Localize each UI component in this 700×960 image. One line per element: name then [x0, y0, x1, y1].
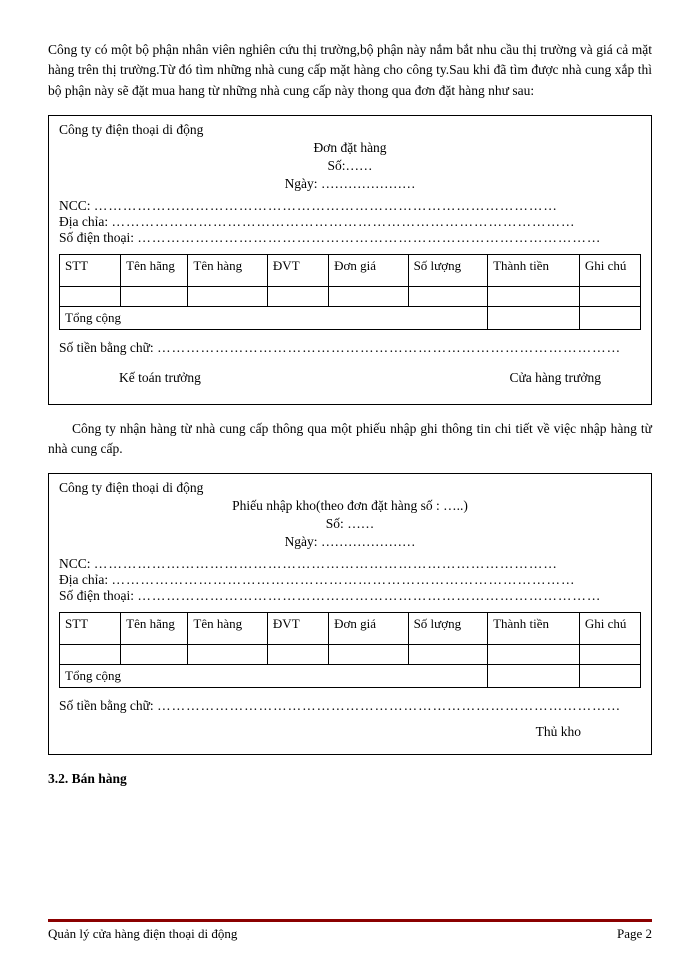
col-dongia: Đơn giá — [329, 254, 409, 286]
col-soluong: Số lượng — [408, 613, 488, 645]
col-tenhang2: Tên hàng — [188, 254, 268, 286]
receipt-items-table: STT Tên hãng Tên hàng ĐVT Đơn giá Số lượ… — [59, 612, 641, 688]
intro-paragraph: Công ty có một bộ phận nhân viên nghiên … — [48, 40, 652, 101]
amount-words-label-2: Số tiền bằng chữ: — [59, 698, 154, 714]
col-dongia: Đơn giá — [329, 613, 409, 645]
amount-words-row: Số tiền bằng chữ: …………………………………………………………… — [59, 340, 641, 356]
form-date-row: Ngày: ………………… — [59, 176, 641, 192]
amount-words-row-2: Số tiền bằng chữ: …………………………………………………………… — [59, 698, 641, 714]
col-thanhtien: Thành tiền — [488, 254, 580, 286]
sign-store-manager: Cửa hàng trưởng — [509, 370, 601, 386]
sdt-dots: …………………………………………………………………………………… — [137, 230, 641, 246]
table-header-row: STT Tên hãng Tên hàng ĐVT Đơn giá Số lượ… — [60, 613, 641, 645]
col-tenhang: Tên hãng — [121, 613, 188, 645]
sdt-label: Số điện thoại: — [59, 230, 134, 246]
ngay-dots-2: ………………… — [321, 534, 416, 549]
diachi-dots-2: …………………………………………………………………………………… — [111, 572, 641, 588]
ngay-dots: ………………… — [321, 176, 416, 191]
total-label: Tổng cộng — [60, 306, 488, 329]
col-ghichu: Ghi chú — [579, 613, 640, 645]
ncc-dots: …………………………………………………………………………………… — [94, 198, 641, 214]
so-label-2: Số: — [326, 516, 344, 531]
ncc-dots-2: …………………………………………………………………………………… — [94, 556, 641, 572]
diachi-dots: …………………………………………………………………………………… — [111, 214, 641, 230]
footer-right: Page 2 — [617, 926, 652, 942]
col-tenhang: Tên hãng — [121, 254, 188, 286]
amount-words-dots-2: …………………………………………………………………………………… — [157, 698, 641, 714]
ncc-label-2: NCC: — [59, 556, 91, 572]
company-name-2: Công ty điện thoại di động — [59, 480, 641, 496]
sdt-row-2: Số điện thoại: …………………………………………………………………… — [59, 588, 641, 604]
form-title: Đơn đặt hàng — [59, 140, 641, 156]
diachi-label: Địa chỉa: — [59, 214, 108, 230]
so-dots: …… — [346, 158, 373, 173]
diachi-row: Địa chỉa: ………………………………………………………………………………… — [59, 214, 641, 230]
col-stt: STT — [60, 613, 121, 645]
form-title-2: Phiếu nhập kho(theo đơn đặt hàng số : ….… — [59, 498, 641, 514]
ngay-label-2: Ngày: — [285, 534, 318, 549]
sign-accountant: Kế toán trưởng — [119, 370, 201, 386]
total-label: Tổng cộng — [60, 665, 488, 688]
col-dvt: ĐVT — [267, 613, 328, 645]
table-row — [60, 286, 641, 306]
sdt-label-2: Số điện thoại: — [59, 588, 134, 604]
order-form: Công ty điện thoại di động Đơn đặt hàng … — [48, 115, 652, 405]
total-row: Tổng cộng — [60, 665, 641, 688]
total-row: Tổng cộng — [60, 306, 641, 329]
form-number-row: Số:…… — [59, 158, 641, 174]
table-header-row: STT Tên hãng Tên hàng ĐVT Đơn giá Số lượ… — [60, 254, 641, 286]
so-label: Số: — [327, 158, 345, 173]
order-items-table: STT Tên hãng Tên hàng ĐVT Đơn giá Số lượ… — [59, 254, 641, 330]
ncc-row-2: NCC: …………………………………………………………………………………… — [59, 556, 641, 572]
receipt-form: Công ty điện thoại di động Phiếu nhập kh… — [48, 473, 652, 755]
ncc-label: NCC: — [59, 198, 91, 214]
col-soluong: Số lượng — [408, 254, 488, 286]
col-tenhang2: Tên hàng — [188, 613, 268, 645]
diachi-row-2: Địa chỉa: ………………………………………………………………………………… — [59, 572, 641, 588]
so-dots-2: …… — [347, 516, 374, 531]
sdt-row: Số điện thoại: …………………………………………………………………… — [59, 230, 641, 246]
mid-paragraph: Công ty nhận hàng từ nhà cung cấp thông … — [48, 419, 652, 460]
amount-words-label: Số tiền bằng chữ: — [59, 340, 154, 356]
ncc-row: NCC: …………………………………………………………………………………… — [59, 198, 641, 214]
form-date-row-2: Ngày: ………………… — [59, 534, 641, 550]
company-name: Công ty điện thoại di động — [59, 122, 641, 138]
col-ghichu: Ghi chú — [579, 254, 640, 286]
sdt-dots-2: …………………………………………………………………………………… — [137, 588, 641, 604]
col-dvt: ĐVT — [267, 254, 328, 286]
table-row — [60, 645, 641, 665]
sign-warehouse-keeper: Thủ kho — [59, 724, 641, 740]
section-heading: 3.2. Bán hàng — [48, 771, 652, 787]
page-footer: Quản lý cửa hàng điện thoại di động Page… — [48, 919, 652, 942]
form-number-row-2: Số: …… — [59, 516, 641, 532]
ngay-label: Ngày: — [285, 176, 318, 191]
diachi-label-2: Địa chỉa: — [59, 572, 108, 588]
signature-row: Kế toán trưởng Cửa hàng trưởng — [59, 366, 641, 390]
footer-left: Quản lý cửa hàng điện thoại di động — [48, 926, 237, 942]
col-stt: STT — [60, 254, 121, 286]
col-thanhtien: Thành tiền — [488, 613, 580, 645]
amount-words-dots: …………………………………………………………………………………… — [157, 340, 641, 356]
